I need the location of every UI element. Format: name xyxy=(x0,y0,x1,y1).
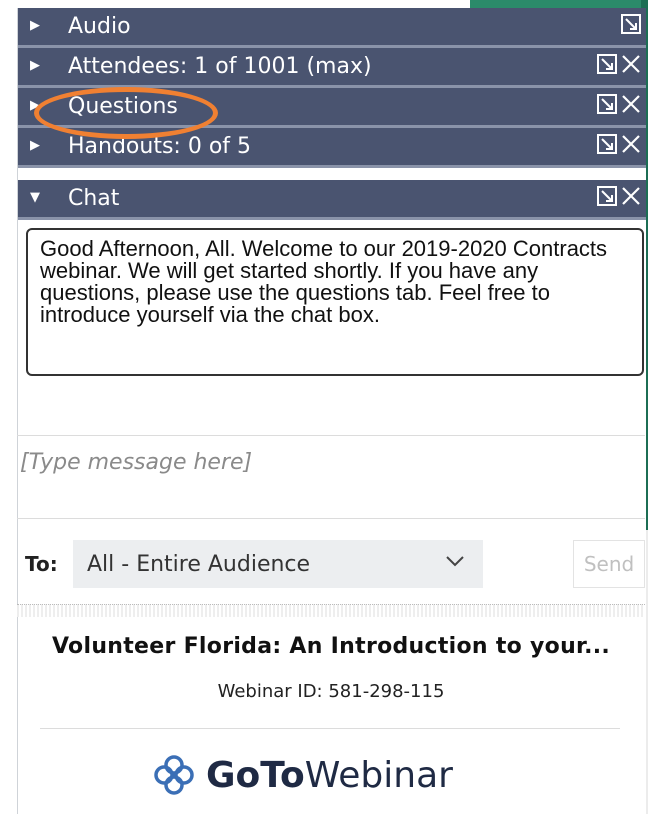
chat-message-bubble: Good Afternoon, All. Welcome to our 2019… xyxy=(26,228,644,376)
panel-header-chat[interactable]: ▼ Chat xyxy=(18,180,646,220)
panel-title-audio: Audio xyxy=(68,14,131,39)
panel-title-attendees: Attendees: 1 of 1001 (max) xyxy=(68,54,372,79)
close-icon[interactable] xyxy=(620,133,642,155)
recipient-select[interactable]: All - Entire Audience xyxy=(73,540,483,588)
gotowebinar-logo: GoToWebinar xyxy=(152,750,453,800)
popout-icon[interactable] xyxy=(620,13,642,35)
popout-icon[interactable] xyxy=(596,133,618,155)
chat-message-text: Good Afternoon, All. Welcome to our 2019… xyxy=(40,236,608,327)
divider xyxy=(17,435,645,436)
panel-header-attendees[interactable]: ▶ Attendees: 1 of 1001 (max) xyxy=(18,48,646,88)
close-icon[interactable] xyxy=(620,53,642,75)
close-icon[interactable] xyxy=(620,185,642,207)
gotowebinar-flower-icon xyxy=(154,755,194,795)
webinar-id: Webinar ID: 581-298-115 xyxy=(217,681,445,702)
recipient-value: All - Entire Audience xyxy=(87,552,311,577)
popout-icon[interactable] xyxy=(596,93,618,115)
expand-arrow-icon[interactable]: ▶ xyxy=(30,18,40,33)
close-icon[interactable] xyxy=(620,93,642,115)
recipient-row: To: All - Entire Audience Send xyxy=(17,540,645,592)
panel-header-audio[interactable]: ▶ Audio xyxy=(18,8,646,48)
expand-arrow-icon[interactable]: ▶ xyxy=(30,138,40,153)
resize-handle[interactable] xyxy=(17,604,645,617)
divider xyxy=(40,728,620,729)
popout-icon[interactable] xyxy=(596,53,618,75)
expand-arrow-icon[interactable]: ▶ xyxy=(30,58,40,73)
divider xyxy=(17,518,645,519)
panel-title-handouts: Handouts: 0 of 5 xyxy=(68,134,252,159)
send-button[interactable]: Send xyxy=(573,540,645,588)
collapse-arrow-icon[interactable]: ▼ xyxy=(30,190,40,205)
panel-title-chat: Chat xyxy=(68,186,120,211)
webinar-title: Volunteer Florida: An Introduction to yo… xyxy=(51,634,611,659)
questions-highlight-ellipse xyxy=(34,87,218,139)
chat-message-input[interactable]: [Type message here] xyxy=(20,450,252,475)
chevron-down-icon xyxy=(446,556,464,567)
to-label: To: xyxy=(25,552,58,576)
popout-icon[interactable] xyxy=(596,185,618,207)
logo-text: GoToWebinar xyxy=(206,754,453,796)
